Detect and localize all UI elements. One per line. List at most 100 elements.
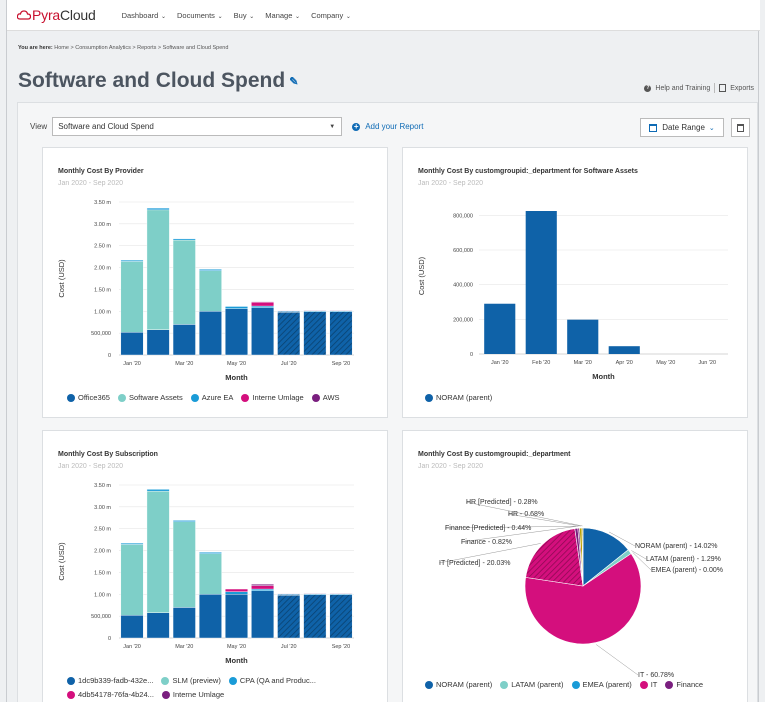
x-tick-label: Feb '20 [532, 360, 550, 366]
legend-item-latam-parent[interactable]: LATAM (parent) [500, 680, 564, 689]
pie-slice-it-predicted[interactable] [525, 528, 584, 587]
nav-company[interactable]: Company ⌄ [311, 11, 351, 20]
bar-segment-cpa-qa-and-produc[interactable] [225, 591, 248, 595]
bar-segment-office365[interactable] [146, 329, 170, 356]
bar-segment-cpa-qa-and-produc[interactable] [146, 489, 170, 492]
bar-segment-aws[interactable] [303, 310, 327, 312]
trash-icon [737, 123, 744, 132]
bar-segment-office365[interactable] [198, 311, 222, 356]
bar-segment-aws[interactable] [251, 301, 275, 303]
bar-segment-interne-umlage[interactable] [251, 584, 275, 586]
bar-segment-interne-umlage[interactable] [303, 593, 327, 595]
bar-segment-1dc9b339-fadb-432e[interactable] [225, 594, 248, 639]
bar-segment-4db54178-76fa-4b24[interactable] [251, 585, 275, 590]
legend-item-1dc9b339-fadb-432e[interactable]: 1dc9b339-fadb-432e... [67, 676, 153, 685]
view-select[interactable]: Software and Cloud Spend ▼ [52, 117, 343, 136]
bar-segment-slm-preview[interactable] [198, 553, 222, 595]
bar-segment-office365[interactable] [277, 311, 301, 356]
bar-apr-20[interactable] [608, 346, 640, 354]
legend-item-noram-parent[interactable]: NORAM (parent) [425, 680, 492, 689]
bar-segment-office365[interactable] [172, 324, 196, 356]
legend-item-azure-ea[interactable]: Azure EA [190, 393, 233, 402]
view-row: View Software and Cloud Spend ▼ + Add yo… [30, 117, 423, 136]
bar-jan-20[interactable] [484, 303, 516, 354]
bar-segment-1dc9b339-fadb-432e[interactable] [303, 594, 327, 639]
legend-label: NORAM (parent) [436, 393, 493, 402]
bar-segment-aws[interactable] [277, 310, 301, 312]
legend-item-4db54178-76fa-4b24[interactable]: 4db54178-76fa-4b24... [67, 690, 154, 699]
legend-item-noram-parent[interactable]: NORAM (parent) [425, 393, 492, 402]
bar-segment-software-assets[interactable] [120, 261, 144, 333]
bar-segment-1dc9b339-fadb-432e[interactable] [198, 594, 222, 639]
y-tick-label: 1.50 m [94, 287, 111, 293]
bar-segment-azure-ea[interactable] [198, 269, 222, 271]
legend-item-emea-parent[interactable]: EMEA (parent) [571, 680, 632, 689]
bar-segment-software-assets[interactable] [198, 270, 222, 312]
legend-item-cpa-qa-and-produc[interactable]: CPA (QA and Produc... [228, 676, 316, 685]
bar-segment-cpa-qa-and-produc[interactable] [198, 552, 222, 554]
legend-item-aws[interactable]: AWS [311, 393, 340, 402]
bar-segment-office365[interactable] [251, 307, 275, 356]
y-tick-label: 1.00 m [94, 309, 111, 315]
legend-item-software-assets[interactable]: Software Assets [117, 393, 183, 402]
nav-buy[interactable]: Buy ⌄ [234, 11, 255, 20]
add-report-button[interactable]: + Add your Report [352, 122, 423, 131]
date-range-button[interactable]: Date Range ⌄ [640, 118, 724, 137]
edit-pencil-icon[interactable]: ✎ [289, 75, 298, 88]
brand-logo[interactable]: PyraCloud [17, 7, 96, 23]
nav-dashboard[interactable]: Dashboard ⌄ [122, 11, 166, 20]
bar-segment-interne-umlage[interactable] [329, 593, 353, 595]
bar-segment-cpa-qa-and-produc[interactable] [251, 588, 275, 591]
bar-segment-cpa-qa-and-produc[interactable] [172, 520, 196, 522]
bar-segment-azure-ea[interactable] [225, 306, 248, 309]
legend-item-slm-preview[interactable]: SLM (preview) [161, 676, 221, 685]
bar-segment-cpa-qa-and-produc[interactable] [120, 542, 144, 545]
bar-feb-20[interactable] [525, 211, 557, 354]
bar-mar-20[interactable] [567, 319, 599, 354]
chart-card-subscription: Monthly Cost By Subscription Jan 2020 - … [42, 430, 388, 702]
bar-segment-1dc9b339-fadb-432e[interactable] [172, 607, 196, 639]
bar-segment-azure-ea[interactable] [172, 238, 196, 241]
y-tick-label: 3.00 m [94, 505, 111, 511]
bar-segment-slm-preview[interactable] [146, 490, 170, 613]
x-tick-label: Jan '20 [491, 360, 509, 366]
bar-segment-office365[interactable] [120, 332, 144, 356]
bar-segment-aws[interactable] [329, 310, 353, 312]
bar-segment-1dc9b339-fadb-432e[interactable] [277, 594, 301, 639]
bar-segment-slm-preview[interactable] [172, 521, 196, 608]
bar-segment-1dc9b339-fadb-432e[interactable] [329, 594, 353, 639]
logo-icon [17, 10, 31, 20]
pie-label-finance: Finance - 0.82% [461, 539, 512, 546]
bar-segment-1dc9b339-fadb-432e[interactable] [120, 615, 144, 639]
chevron-down-icon: ⌄ [159, 13, 166, 20]
bar-segment-office365[interactable] [225, 308, 248, 356]
nav-manage[interactable]: Manage ⌄ [265, 11, 300, 20]
bar-segment-office365[interactable] [303, 311, 327, 356]
bar-segment-1dc9b339-fadb-432e[interactable] [146, 612, 170, 639]
bar-segment-azure-ea[interactable] [146, 207, 170, 211]
bar-segment-interne-umlage[interactable] [277, 593, 301, 595]
bar-segment-office365[interactable] [329, 311, 353, 356]
bar-segment-software-assets[interactable] [172, 239, 196, 325]
exports-link[interactable]: Exports [730, 85, 754, 92]
legend-item-it[interactable]: IT [639, 680, 657, 689]
bar-segment-azure-ea[interactable] [251, 305, 275, 308]
help-training-link[interactable]: Help and Training [655, 85, 710, 92]
bar-segment-1dc9b339-fadb-432e[interactable] [251, 590, 275, 639]
y-tick-label: 400,000 [453, 283, 473, 289]
nav-documents[interactable]: Documents ⌄ [177, 11, 223, 20]
legend-item-finance[interactable]: Finance [665, 680, 703, 689]
bar-segment-slm-preview[interactable] [120, 544, 144, 616]
bar-segment-azure-ea[interactable] [120, 259, 144, 262]
legend-item-interne-umlage[interactable]: Interne Umlage [241, 393, 304, 402]
legend-item-interne-umlage[interactable]: Interne Umlage [161, 690, 224, 699]
breadcrumb-path[interactable]: Home > Consumption Analytics > Reports >… [54, 45, 228, 51]
bar-segment-4db54178-76fa-4b24[interactable] [225, 588, 248, 592]
delete-button[interactable] [731, 118, 750, 137]
bar-segment-interne-umlage[interactable] [251, 301, 275, 307]
legend-item-office365[interactable]: Office365 [67, 393, 110, 402]
x-tick-label: May '20 [227, 361, 246, 367]
y-tick-label: 600,000 [453, 248, 473, 254]
pie-label-finance-predicted: Finance [Predicted] - 0.44% [445, 525, 531, 532]
bar-segment-software-assets[interactable] [146, 209, 170, 330]
